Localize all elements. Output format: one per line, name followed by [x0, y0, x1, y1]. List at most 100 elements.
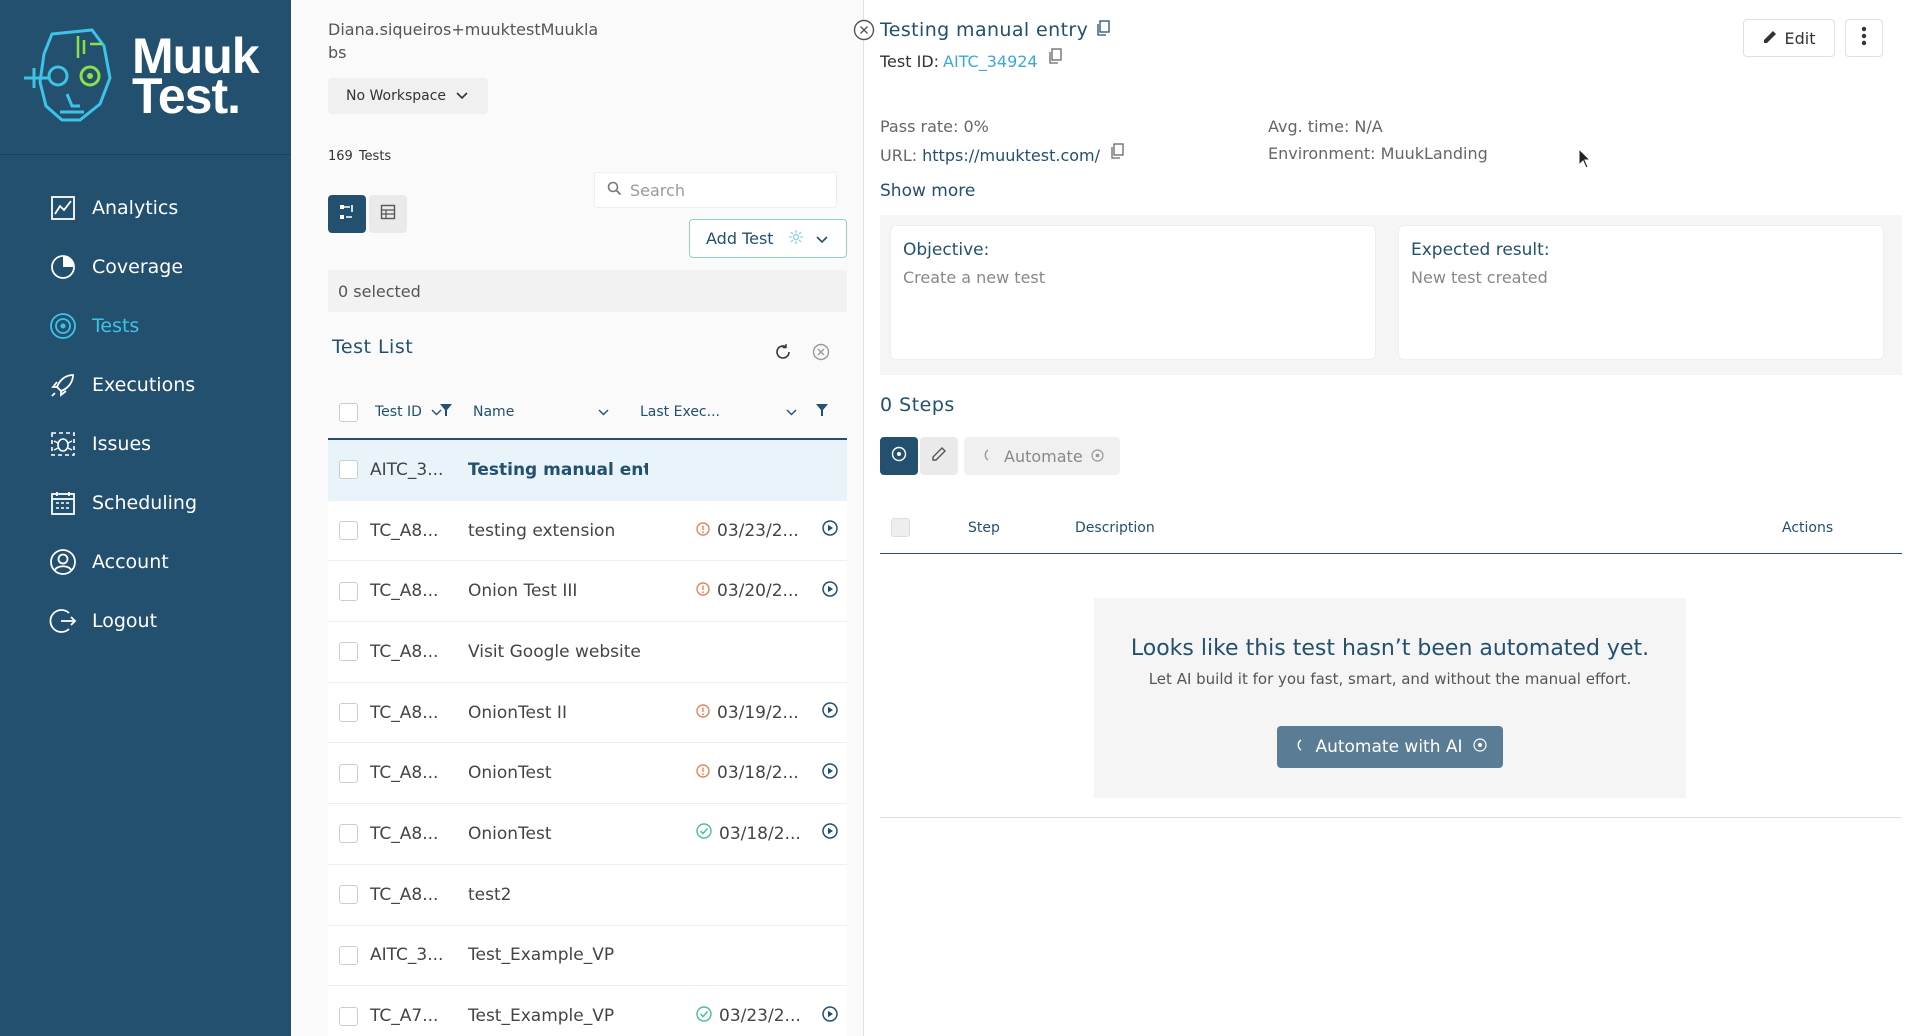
test-id-cell: TC_A8... — [370, 823, 439, 844]
sidebar-item-issues[interactable]: Issues — [0, 414, 291, 473]
row-checkbox[interactable] — [339, 581, 358, 601]
logout-icon — [48, 606, 78, 636]
tests-icon — [48, 311, 78, 341]
column-last-exec[interactable]: Last Exec... — [640, 404, 720, 420]
row-checkbox[interactable] — [339, 763, 358, 783]
table-row[interactable]: AITC_3... Testing manual ent... — [328, 440, 847, 501]
sidebar-item-coverage[interactable]: Coverage — [0, 237, 291, 296]
test-detail-panel: Testing manual entry Test ID: AITC_34924… — [853, 0, 1920, 1036]
edit-button[interactable]: Edit — [1743, 19, 1835, 57]
run-test-icon[interactable] — [822, 1005, 838, 1027]
chevron-down-icon[interactable] — [816, 229, 828, 248]
last-execution: 03/19/2... — [696, 703, 799, 723]
brand-wordmark: Muuk Test. — [132, 31, 260, 121]
table-row[interactable]: TC_A8... OnionTest II 03/19/2... — [328, 682, 847, 744]
copy-icon[interactable] — [1048, 47, 1062, 68]
table-row[interactable]: TC_A8... Onion Test III 03/20/2... — [328, 561, 847, 623]
copy-icon[interactable] — [1110, 142, 1124, 163]
loading-icon — [1293, 737, 1303, 757]
analytics-icon — [48, 193, 78, 223]
warning-status-icon — [696, 763, 710, 783]
logo[interactable]: Muuk Test. — [0, 0, 291, 155]
sidebar-item-executions[interactable]: Executions — [0, 355, 291, 414]
sidebar-item-tests[interactable]: Tests — [0, 296, 291, 355]
table-row[interactable]: TC_A8... OnionTest 03/18/2... — [328, 804, 847, 865]
close-detail-icon[interactable] — [853, 19, 875, 45]
column-test-id[interactable]: Test ID — [375, 404, 422, 420]
refresh-icon[interactable] — [774, 343, 792, 365]
row-checkbox[interactable] — [339, 1006, 358, 1026]
search-input[interactable]: Search — [594, 172, 837, 208]
row-checkbox[interactable] — [339, 642, 358, 662]
expected-result-card: Expected result: New test created — [1398, 225, 1884, 360]
automate-button[interactable]: Automate — [964, 437, 1120, 475]
pencil-icon — [931, 446, 947, 466]
sidebar-item-logout[interactable]: Logout — [0, 591, 291, 650]
filter-icon[interactable] — [440, 404, 452, 420]
flow-view-button[interactable] — [328, 195, 366, 233]
row-checkbox[interactable] — [339, 885, 358, 905]
steps-toolbar: Automate — [880, 437, 1120, 475]
test-id-cell: TC_A8... — [370, 520, 439, 541]
tests-count: 169 Tests — [328, 149, 391, 164]
ai-steps-button[interactable] — [880, 437, 918, 475]
sidebar-item-label: Logout — [92, 609, 158, 632]
run-test-icon[interactable] — [822, 520, 838, 541]
empty-state-subtitle: Let AI build it for you fast, smart, and… — [1148, 670, 1632, 688]
row-checkbox[interactable] — [339, 945, 358, 965]
workspace-select[interactable]: No Workspace — [328, 78, 488, 114]
pencil-icon — [1763, 29, 1777, 48]
run-test-icon[interactable] — [822, 702, 838, 723]
table-row[interactable]: TC_A7... Test_Example_VP 03/23/2... — [328, 986, 847, 1036]
chevron-down-icon[interactable] — [786, 404, 797, 420]
url-link[interactable]: https://muuktest.com/ — [922, 146, 1100, 165]
clear-filters-icon[interactable] — [812, 343, 830, 365]
row-checkbox[interactable] — [339, 703, 358, 723]
filter-icon[interactable] — [816, 404, 828, 420]
select-all-checkbox[interactable] — [339, 402, 358, 422]
test-id-cell: TC_A8... — [370, 581, 439, 602]
steps-bottom-divider — [880, 817, 1902, 818]
column-name[interactable]: Name — [473, 404, 514, 420]
sidebar-item-analytics[interactable]: Analytics — [0, 178, 291, 237]
table-row[interactable]: TC_A8... testing extension 03/23/2... — [328, 500, 847, 562]
test-name-cell: Testing manual ent... — [468, 459, 648, 480]
run-test-icon[interactable] — [822, 763, 838, 784]
row-checkbox[interactable] — [339, 521, 358, 541]
test-id-link[interactable]: AITC_34924 — [943, 52, 1038, 71]
table-row[interactable]: TC_A8... OnionTest 03/18/2... — [328, 743, 847, 805]
automate-label: Automate — [1004, 446, 1083, 466]
sidebar-item-account[interactable]: Account — [0, 532, 291, 591]
last-execution-date: 03/18/2... — [719, 823, 801, 844]
table-view-button[interactable] — [369, 195, 407, 233]
expected-result-label: Expected result: — [1411, 240, 1550, 260]
test-name-cell: OnionTest — [468, 823, 552, 844]
sidebar-item-scheduling[interactable]: Scheduling — [0, 473, 291, 532]
row-checkbox[interactable] — [339, 824, 358, 844]
steps-table-header: Step Description Actions — [880, 502, 1902, 554]
row-checkbox[interactable] — [339, 460, 358, 480]
select-all-steps-checkbox[interactable] — [891, 518, 910, 537]
sidebar-item-label: Issues — [92, 432, 152, 455]
show-more-link[interactable]: Show more — [880, 181, 975, 201]
run-test-icon[interactable] — [822, 580, 838, 602]
success-status-icon — [696, 823, 712, 844]
avg-time: Avg. time: N/A — [1268, 117, 1383, 136]
more-options-button[interactable] — [1845, 19, 1883, 57]
add-test-button[interactable]: Add Test — [689, 219, 847, 258]
ai-icon — [1472, 737, 1487, 757]
copy-icon[interactable] — [1096, 19, 1110, 41]
table-row[interactable]: TC_A8... Visit Google website — [328, 622, 847, 683]
test-id-cell: AITC_3... — [370, 459, 444, 480]
chevron-down-icon — [456, 88, 468, 104]
manual-steps-button[interactable] — [920, 437, 958, 475]
chevron-down-icon[interactable] — [598, 404, 609, 420]
sidebar-item-label: Account — [92, 550, 169, 573]
test-list-panel: Diana.siqueiros+muuktestMuuklabs No Work… — [291, 0, 863, 1036]
automate-with-ai-button[interactable]: Automate with AI — [1277, 726, 1503, 768]
selection-count: 0 selected — [328, 270, 847, 312]
table-row[interactable]: AITC_3... Test_Example_VP — [328, 925, 847, 987]
run-test-icon[interactable] — [822, 823, 838, 844]
table-row[interactable]: TC_A8... test2 — [328, 864, 847, 926]
test-id-cell: TC_A8... — [370, 763, 439, 784]
